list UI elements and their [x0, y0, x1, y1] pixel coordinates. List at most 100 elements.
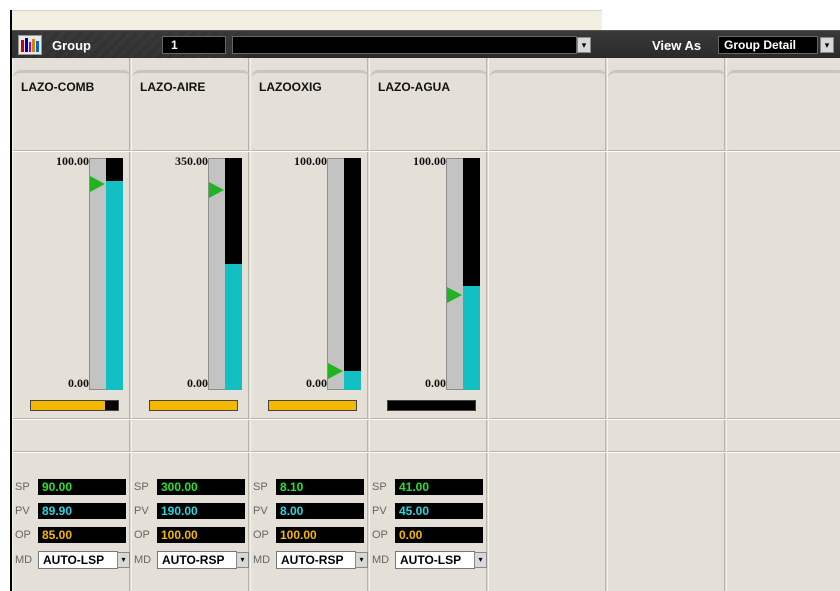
- divider: [489, 150, 607, 152]
- range-max: 100.00: [294, 154, 327, 168]
- op-field[interactable]: 100.00: [276, 527, 364, 543]
- app-window: Group 1 ▾ View As Group Detail ▾ LAZO-CO…: [0, 0, 840, 591]
- md-label: MD: [134, 554, 152, 566]
- faceplate-tab: [608, 70, 726, 150]
- mode-select[interactable]: AUTO-RSP: [276, 551, 356, 569]
- range-min: 0.00: [425, 376, 446, 390]
- loop-tag[interactable]: LAZO-COMB: [21, 80, 94, 94]
- op-label: OP: [15, 529, 31, 541]
- divider: [608, 418, 726, 420]
- divider: [370, 451, 488, 453]
- divider: [727, 451, 840, 453]
- mode-dropdown-button[interactable]: ▾: [236, 552, 249, 568]
- range-max: 350.00: [175, 154, 208, 168]
- md-label: MD: [15, 554, 33, 566]
- op-field[interactable]: 100.00: [157, 527, 245, 543]
- divider: [13, 418, 131, 420]
- divider: [132, 418, 250, 420]
- pv-bar: [344, 371, 361, 390]
- sp-arrow-icon[interactable]: [447, 287, 462, 303]
- pv-field: 89.90: [38, 503, 126, 519]
- view-as-select[interactable]: Group Detail: [718, 36, 818, 54]
- loop-faceplate[interactable]: LAZOOXIG 100.00 0.00 SP 8.10 PV 8.00 OP …: [250, 58, 369, 591]
- sp-field[interactable]: 300.00: [157, 479, 245, 495]
- divider: [251, 451, 369, 453]
- top-strip: [0, 0, 840, 591]
- op-label: OP: [253, 529, 269, 541]
- loop-faceplate[interactable]: LAZO-COMB 100.00 0.00 SP 90.00 PV 89.90 …: [12, 58, 131, 591]
- sp-arrow-icon[interactable]: [328, 363, 343, 379]
- mode-select[interactable]: AUTO-RSP: [157, 551, 237, 569]
- divider: [489, 451, 607, 453]
- sp-arrow-icon[interactable]: [90, 176, 105, 192]
- view-as-dropdown-button[interactable]: ▾: [820, 37, 834, 53]
- faceplate-panels: LAZO-COMB 100.00 0.00 SP 90.00 PV 89.90 …: [12, 58, 840, 591]
- group-dropdown-button[interactable]: ▾: [577, 37, 591, 53]
- pv-field: 45.00: [395, 503, 483, 519]
- view-as-label: View As: [652, 38, 702, 53]
- op-bar: [30, 400, 119, 411]
- group-name-select[interactable]: [232, 36, 577, 54]
- faceplate-tab: [489, 70, 607, 150]
- sp-field[interactable]: 41.00: [395, 479, 483, 495]
- divider: [370, 150, 488, 152]
- op-field[interactable]: 0.00: [395, 527, 483, 543]
- pv-bar: [463, 286, 480, 390]
- op-fill: [269, 401, 356, 410]
- op-fill: [150, 401, 237, 410]
- divider: [251, 150, 369, 152]
- pv-label: PV: [134, 505, 149, 517]
- mode-select[interactable]: AUTO-LSP: [38, 551, 118, 569]
- divider: [608, 150, 726, 152]
- range-min: 0.00: [68, 376, 89, 390]
- sp-label: SP: [253, 481, 268, 493]
- divider: [132, 150, 250, 152]
- divider: [727, 150, 840, 152]
- divider: [370, 418, 488, 420]
- range-min: 0.00: [306, 376, 327, 390]
- mode-dropdown-button[interactable]: ▾: [474, 552, 487, 568]
- group-bars-icon[interactable]: [18, 35, 42, 55]
- sp-arrow-icon[interactable]: [209, 182, 224, 198]
- title-area: [10, 10, 602, 30]
- mode-select[interactable]: AUTO-LSP: [395, 551, 475, 569]
- sp-label: SP: [372, 481, 387, 493]
- op-bar: [268, 400, 357, 411]
- divider: [132, 451, 250, 453]
- pv-bar: [225, 264, 242, 390]
- mode-dropdown-button[interactable]: ▾: [117, 552, 130, 568]
- loop-faceplate[interactable]: LAZO-AGUA 100.00 0.00 SP 41.00 PV 45.00 …: [369, 58, 488, 591]
- divider: [251, 418, 369, 420]
- group-number-field[interactable]: 1: [162, 36, 226, 54]
- md-label: MD: [372, 554, 390, 566]
- op-field[interactable]: 85.00: [38, 527, 126, 543]
- range-max: 100.00: [56, 154, 89, 168]
- group-toolbar: Group 1 ▾ View As Group Detail ▾: [12, 30, 840, 59]
- loop-tag[interactable]: LAZO-AIRE: [140, 80, 205, 94]
- empty-faceplate-slot: [488, 58, 607, 591]
- sp-label: SP: [134, 481, 149, 493]
- divider: [608, 451, 726, 453]
- pv-label: PV: [15, 505, 30, 517]
- empty-faceplate-slot: [726, 58, 840, 591]
- empty-faceplate-slot: [607, 58, 726, 591]
- divider: [489, 418, 607, 420]
- divider: [727, 418, 840, 420]
- loop-tag[interactable]: LAZOOXIG: [259, 80, 322, 94]
- range-min: 0.00: [187, 376, 208, 390]
- bargraph-track: [344, 158, 361, 390]
- sp-label: SP: [15, 481, 30, 493]
- pv-label: PV: [253, 505, 268, 517]
- op-label: OP: [372, 529, 388, 541]
- sp-field[interactable]: 90.00: [38, 479, 126, 495]
- md-label: MD: [253, 554, 271, 566]
- op-label: OP: [134, 529, 150, 541]
- pv-bar: [106, 181, 123, 390]
- pv-field: 190.00: [157, 503, 245, 519]
- sp-field[interactable]: 8.10: [276, 479, 364, 495]
- loop-faceplate[interactable]: LAZO-AIRE 350.00 0.00 SP 300.00 PV 190.0…: [131, 58, 250, 591]
- divider: [13, 150, 131, 152]
- mode-dropdown-button[interactable]: ▾: [355, 552, 368, 568]
- range-max: 100.00: [413, 154, 446, 168]
- loop-tag[interactable]: LAZO-AGUA: [378, 80, 450, 94]
